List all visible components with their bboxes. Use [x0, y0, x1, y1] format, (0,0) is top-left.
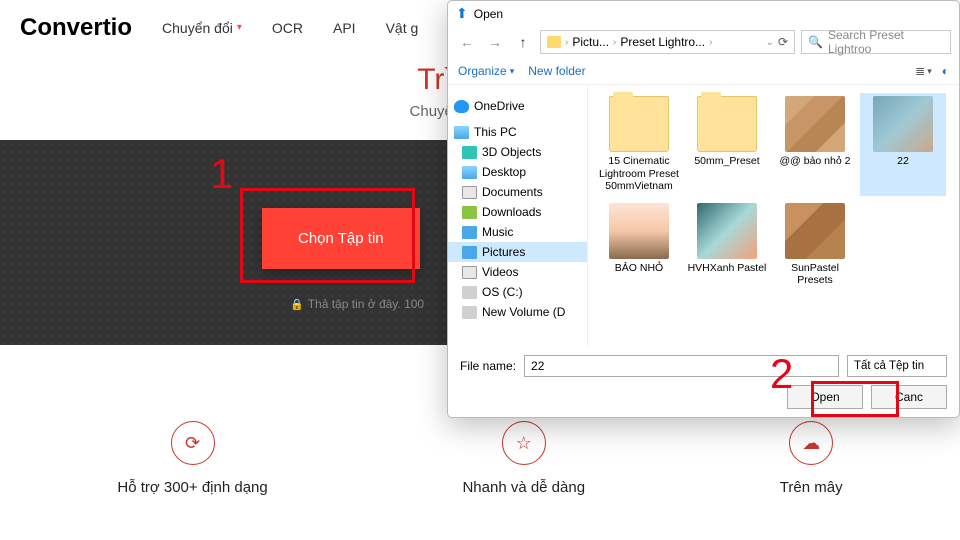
organize-menu[interactable]: Organize ▾ — [458, 64, 514, 78]
annotation-1: 1 — [210, 150, 233, 198]
nav-ocr[interactable]: OCR — [272, 20, 303, 36]
nav-more[interactable]: Vật g — [386, 20, 419, 36]
folder-icon — [547, 36, 561, 48]
cloud-icon — [454, 100, 469, 113]
cloud-icon: ☁ — [789, 421, 833, 465]
file-item-image[interactable]: @@ bảo nhỏ 2 — [772, 93, 858, 196]
nav-convert[interactable]: Chuyển đổi▾ — [162, 20, 242, 36]
tree-pictures[interactable]: Pictures — [448, 242, 587, 262]
tree-downloads[interactable]: Downloads — [448, 202, 587, 222]
picture-icon — [462, 246, 477, 259]
desktop-icon — [462, 166, 477, 179]
file-type-filter[interactable]: Tất cả Tệp tin — [847, 355, 947, 377]
file-item-folder[interactable]: 50mm_Preset — [684, 93, 770, 196]
file-item-folder[interactable]: 15 Cinematic Lightroom Preset 50mmVietna… — [596, 93, 682, 196]
pc-icon — [454, 126, 469, 139]
up-button[interactable]: ↑ — [512, 31, 534, 53]
tree-desktop[interactable]: Desktop — [448, 162, 587, 182]
document-icon — [462, 186, 477, 199]
chevron-right-icon: › — [565, 37, 568, 48]
feature-fast: ☆ Nhanh và dễ dàng — [462, 421, 585, 496]
up-arrow-icon: ⬆ — [456, 5, 468, 22]
chevron-down-icon: ▾ — [927, 66, 932, 77]
annotation-2: 2 — [770, 350, 793, 398]
dialog-footer: File name: Tất cả Tệp tin Open Canc — [448, 347, 959, 417]
breadcrumb-preset[interactable]: Preset Lightro... — [620, 35, 705, 49]
nav-api[interactable]: API — [333, 20, 356, 36]
folder-icon — [609, 96, 669, 152]
file-item-image[interactable]: HVHXanh Pastel — [684, 200, 770, 290]
view-mode-button[interactable]: ≣ ▾ — [915, 64, 932, 78]
file-item-image[interactable]: SunPastel Presets — [772, 200, 858, 290]
chevron-down-icon: ▾ — [237, 22, 242, 33]
disk-icon — [462, 306, 477, 319]
folder-icon — [697, 96, 757, 152]
cube-icon — [462, 146, 477, 159]
open-button[interactable]: Open — [787, 385, 863, 409]
image-thumbnail — [697, 203, 757, 259]
image-thumbnail — [873, 96, 933, 152]
choose-files-button[interactable]: Chọn Tập tin — [262, 208, 420, 269]
tree-3d-objects[interactable]: 3D Objects — [448, 142, 587, 162]
image-thumbnail — [609, 203, 669, 259]
file-open-dialog: ⬆ Open ← → ↑ › Pictu... › Preset Lightro… — [447, 0, 960, 418]
image-thumbnail — [785, 96, 845, 152]
feature-cloud: ☁ Trên mây — [780, 421, 843, 496]
file-grid: 15 Cinematic Lightroom Preset 50mmVietna… — [588, 85, 959, 347]
tree-os-c[interactable]: OS (C:) — [448, 282, 587, 302]
disk-icon — [462, 286, 477, 299]
tree-new-volume[interactable]: New Volume (D — [448, 302, 587, 322]
chevron-down-icon: ▾ — [510, 66, 515, 77]
lock-icon: 🔒 — [290, 299, 304, 311]
new-folder-button[interactable]: New folder — [528, 64, 585, 78]
chevron-right-icon: › — [613, 37, 616, 48]
refresh-icon: ⟳ — [171, 421, 215, 465]
back-button[interactable]: ← — [456, 31, 478, 53]
logo[interactable]: Convertio — [20, 14, 132, 42]
dialog-title-bar: ⬆ Open — [448, 1, 959, 26]
folder-tree: OneDrive This PC 3D Objects Desktop Docu… — [448, 85, 588, 347]
toolbar: Organize ▾ New folder ≣ ▾ ◐ — [448, 58, 959, 85]
tree-this-pc[interactable]: This PC — [448, 122, 587, 142]
breadcrumb-pictures[interactable]: Pictu... — [572, 35, 609, 49]
tree-documents[interactable]: Documents — [448, 182, 587, 202]
chevron-down-icon[interactable]: ⌄ — [766, 37, 774, 48]
filename-label: File name: — [460, 359, 516, 373]
tree-onedrive[interactable]: OneDrive — [448, 96, 587, 116]
tree-videos[interactable]: Videos — [448, 262, 587, 282]
download-icon — [462, 206, 477, 219]
search-icon: 🔍 — [808, 35, 823, 49]
file-item-image-selected[interactable]: 22 — [860, 93, 946, 196]
forward-button[interactable]: → — [484, 31, 506, 53]
chevron-right-icon: › — [709, 37, 712, 48]
drop-hint: 🔒Thả tập tin ở đây. 100 — [290, 297, 424, 311]
file-item-image[interactable]: BẢO NHỎ — [596, 200, 682, 290]
address-row: ← → ↑ › Pictu... › Preset Lightro... › ⌄… — [448, 26, 959, 58]
features-row: ⟳ Hỗ trợ 300+ định dạng ☆ Nhanh và dễ dà… — [0, 421, 960, 496]
video-icon — [462, 266, 477, 279]
search-input[interactable]: 🔍 Search Preset Lightroo — [801, 30, 951, 54]
image-thumbnail — [785, 203, 845, 259]
dialog-title: Open — [474, 7, 503, 21]
feature-formats: ⟳ Hỗ trợ 300+ định dạng — [117, 421, 267, 496]
tree-music[interactable]: Music — [448, 222, 587, 242]
breadcrumb[interactable]: › Pictu... › Preset Lightro... › ⌄ ⟳ — [540, 30, 795, 54]
star-icon: ☆ — [502, 421, 546, 465]
refresh-icon[interactable]: ⟳ — [778, 35, 788, 49]
cancel-button[interactable]: Canc — [871, 385, 947, 409]
music-icon — [462, 226, 477, 239]
help-button[interactable]: ◐ — [942, 64, 949, 78]
